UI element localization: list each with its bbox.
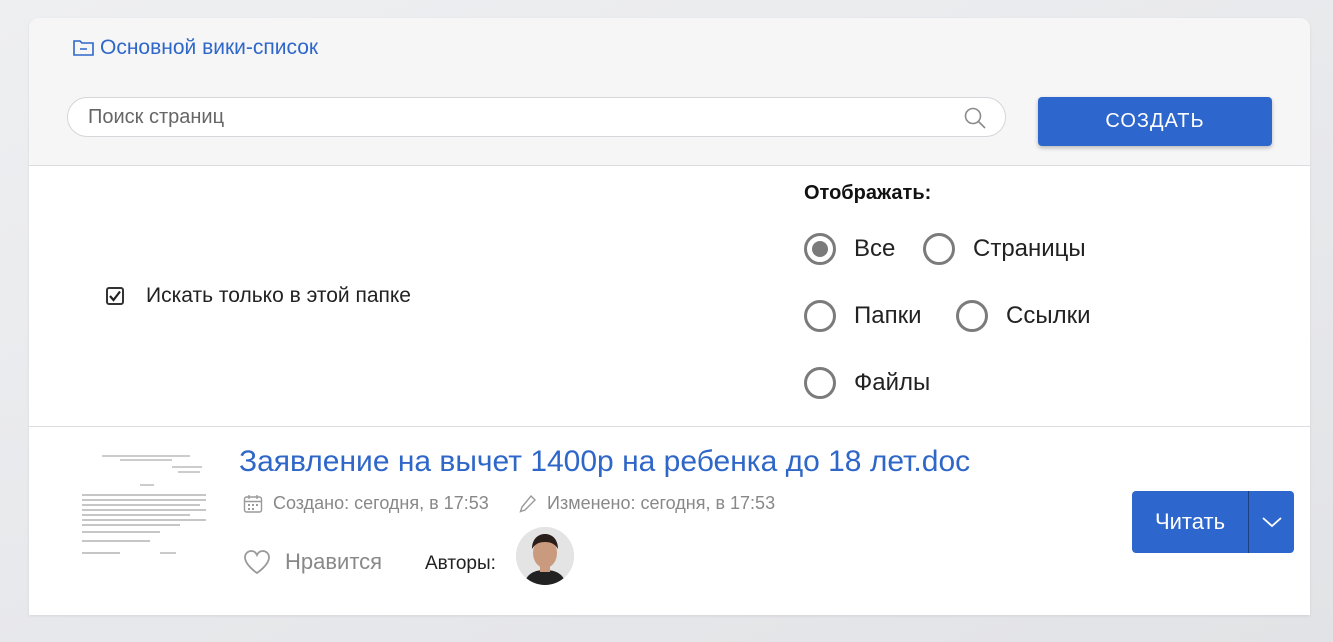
document-thumbnail[interactable] <box>80 451 208 563</box>
read-split-button: Читать <box>1132 491 1294 553</box>
radio-button[interactable] <box>804 300 836 332</box>
radio-button[interactable] <box>923 233 955 265</box>
folder-only-checkbox[interactable] <box>106 287 124 305</box>
radio-selected-dot <box>812 241 828 257</box>
modified-date: Изменено: сегодня, в 17:53 <box>547 493 776 513</box>
search-input[interactable] <box>88 98 948 136</box>
wiki-header: Основной вики-список СОЗДАТЬ <box>29 18 1310 166</box>
radio-button[interactable] <box>956 300 988 332</box>
folder-only-label: Искать только в этой папке <box>146 284 411 307</box>
radio-button[interactable] <box>804 233 836 265</box>
avatar[interactable] <box>516 527 574 585</box>
author-avatar-image <box>516 527 574 585</box>
like-label: Нравится <box>285 549 383 574</box>
radio-label: Все <box>854 235 896 262</box>
radio-pages[interactable]: Страницы <box>923 233 1086 265</box>
read-button[interactable]: Читать <box>1132 491 1249 553</box>
read-options-toggle[interactable] <box>1249 491 1294 553</box>
checkmark-icon <box>109 290 121 302</box>
modified-meta: Изменено: сегодня, в 17:53 <box>519 493 775 514</box>
radio-label: Страницы <box>973 235 1086 262</box>
radio-button[interactable] <box>804 367 836 399</box>
radio-label: Файлы <box>854 369 931 396</box>
created-date: Создано: сегодня, в 17:53 <box>273 493 489 513</box>
breadcrumb[interactable]: Основной вики-список <box>72 36 318 60</box>
folder-only-option[interactable]: Искать только в этой папке <box>106 284 411 308</box>
heart-icon <box>244 550 270 575</box>
document-preview-icon <box>82 455 206 554</box>
authors-label: Авторы: <box>425 553 496 574</box>
radio-folders[interactable]: Папки <box>804 300 922 332</box>
list-item: Заявление на вычет 1400р на ребенка до 1… <box>29 426 1310 615</box>
document-title-link[interactable]: Заявление на вычет 1400р на ребенка до 1… <box>239 445 970 479</box>
radio-label: Папки <box>854 302 922 329</box>
radio-label: Ссылки <box>1006 302 1091 329</box>
radio-all[interactable]: Все <box>804 233 895 265</box>
search-filters: Искать только в этой папке Отображать: В… <box>29 166 1310 426</box>
chevron-down-icon <box>1261 517 1282 528</box>
search-icon[interactable] <box>963 106 987 130</box>
radio-links[interactable]: Ссылки <box>956 300 1091 332</box>
create-button[interactable]: СОЗДАТЬ <box>1038 97 1272 146</box>
like-button[interactable]: Нравится <box>243 549 382 575</box>
folder-icon <box>73 40 94 56</box>
calendar-icon <box>243 494 263 513</box>
pencil-icon <box>519 494 536 513</box>
search-box[interactable] <box>67 97 1006 137</box>
breadcrumb-label: Основной вики-список <box>100 36 319 59</box>
wiki-panel: Основной вики-список СОЗДАТЬ Искать толь… <box>29 18 1310 615</box>
radio-files[interactable]: Файлы <box>804 367 930 399</box>
display-filter-title: Отображать: <box>804 182 932 204</box>
created-meta: Создано: сегодня, в 17:53 <box>243 493 489 514</box>
